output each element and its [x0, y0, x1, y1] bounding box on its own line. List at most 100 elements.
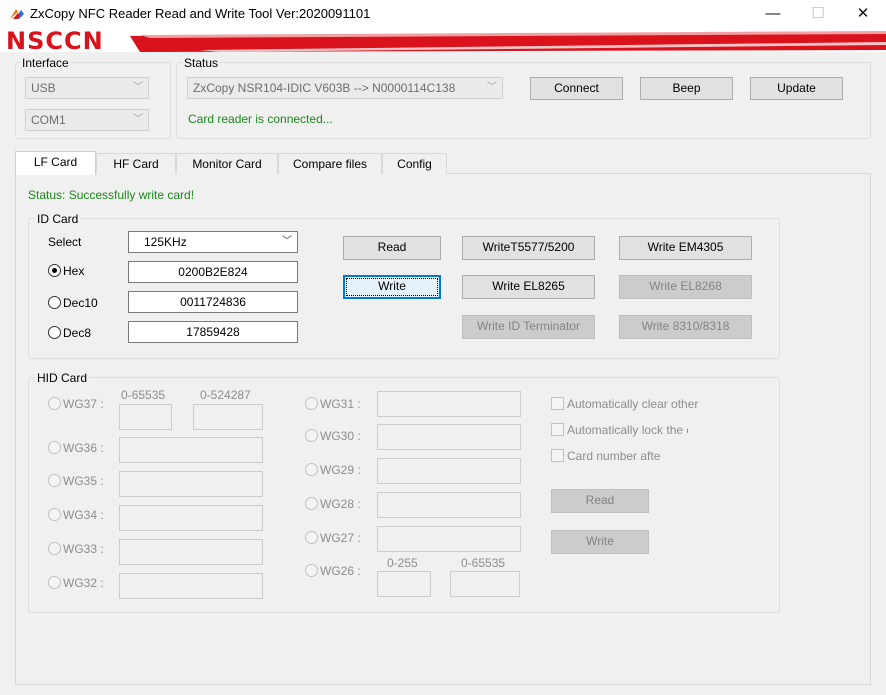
chevron-down-icon: ﹀	[133, 82, 143, 93]
beep-button[interactable]: Beep	[640, 77, 733, 100]
radio-unchecked-icon	[48, 576, 61, 589]
tab-config[interactable]: Config	[382, 153, 447, 174]
wg36-label: WG36 :	[63, 441, 104, 455]
auto-lock-checkbox[interactable]: Automatically lock the c	[551, 423, 688, 437]
wg29-label: WG29 :	[320, 463, 361, 477]
wg37-radio[interactable]: WG37 :	[48, 397, 104, 411]
wg37-label: WG37 :	[63, 397, 104, 411]
radio-unchecked-icon	[48, 397, 61, 410]
dec10-input[interactable]: 0011724836	[128, 291, 298, 313]
hid-card-group-title: HID Card	[35, 371, 90, 385]
card-number-label: Card number afte	[567, 449, 661, 463]
write-em4305-button[interactable]: Write EM4305	[619, 236, 752, 260]
write-id-terminator-button[interactable]: Write ID Terminator	[462, 315, 595, 339]
tab-monitor-card[interactable]: Monitor Card	[176, 153, 278, 174]
wg37-range-2: 0-524287	[200, 388, 251, 402]
wg34-input[interactable]	[119, 505, 263, 531]
hex-radio[interactable]: Hex	[48, 264, 84, 278]
radio-unchecked-icon	[48, 441, 61, 454]
wg35-input[interactable]	[119, 471, 263, 497]
wg30-input[interactable]	[377, 424, 521, 450]
chevron-down-icon: ﹀	[133, 114, 143, 125]
auto-lock-label: Automatically lock the c	[567, 423, 688, 437]
com-port-select[interactable]: COM1 ﹀	[25, 109, 149, 131]
radio-unchecked-icon	[305, 429, 318, 442]
wg31-radio[interactable]: WG31 :	[305, 397, 361, 411]
device-select[interactable]: ZxCopy NSR104-IDIC V603B --> N0000114C13…	[187, 77, 503, 99]
card-number-checkbox[interactable]: Card number afte	[551, 449, 666, 463]
write-el8268-button[interactable]: Write EL8268	[619, 275, 752, 299]
tab-compare-files[interactable]: Compare files	[278, 153, 382, 174]
wg28-label: WG28 :	[320, 497, 361, 511]
wg35-label: WG35 :	[63, 474, 104, 488]
radio-unchecked-icon	[48, 326, 61, 339]
maximize-button[interactable]: ☐	[795, 0, 841, 30]
wg28-input[interactable]	[377, 492, 521, 518]
wg32-label: WG32 :	[63, 576, 104, 590]
wg33-input[interactable]	[119, 539, 263, 565]
wg33-radio[interactable]: WG33 :	[48, 542, 104, 556]
interface-group-title: Interface	[20, 56, 71, 70]
connect-button[interactable]: Connect	[530, 77, 623, 100]
wg34-radio[interactable]: WG34 :	[48, 508, 104, 522]
wg35-radio[interactable]: WG35 :	[48, 474, 104, 488]
wg29-input[interactable]	[377, 458, 521, 484]
radio-checked-icon	[48, 264, 61, 277]
write-el8265-button[interactable]: Write EL8265	[462, 275, 595, 299]
wg33-label: WG33 :	[63, 542, 104, 556]
wg37-input-2[interactable]	[193, 404, 263, 430]
tab-lf-card[interactable]: LF Card	[15, 151, 96, 175]
wg26-input-2[interactable]	[450, 571, 520, 597]
wg28-radio[interactable]: WG28 :	[305, 497, 361, 511]
checkbox-icon	[551, 449, 564, 462]
frequency-value: 125KHz	[144, 235, 187, 249]
wg26-input-1[interactable]	[377, 571, 431, 597]
wg29-radio[interactable]: WG29 :	[305, 463, 361, 477]
brand-logo: NSCCN	[6, 27, 104, 55]
close-button[interactable]: ✕	[840, 0, 886, 30]
port-type-select[interactable]: USB ﹀	[25, 77, 149, 99]
wg27-input[interactable]	[377, 526, 521, 552]
minimize-button[interactable]: —	[750, 0, 796, 30]
radio-unchecked-icon	[305, 397, 318, 410]
wg26-label: WG26 :	[320, 564, 361, 578]
update-button[interactable]: Update	[750, 77, 843, 100]
dec10-radio[interactable]: Dec10	[48, 296, 98, 310]
radio-unchecked-icon	[48, 508, 61, 521]
id-card-group-title: ID Card	[35, 212, 81, 226]
wg32-radio[interactable]: WG32 :	[48, 576, 104, 590]
wg27-radio[interactable]: WG27 :	[305, 531, 361, 545]
wg36-input[interactable]	[119, 437, 263, 463]
wg32-input[interactable]	[119, 573, 263, 599]
frequency-select[interactable]: 125KHz ﹀	[128, 231, 298, 253]
hex-radio-label: Hex	[63, 264, 85, 278]
write-button[interactable]: Write	[343, 275, 441, 299]
hex-input[interactable]: 0200B2E824	[128, 261, 298, 283]
radio-unchecked-icon	[48, 542, 61, 555]
dec8-radio[interactable]: Dec8	[48, 326, 91, 340]
write-t5577-button[interactable]: WriteT5577/5200	[462, 236, 595, 260]
wg26-range-1: 0-255	[387, 556, 418, 570]
wg30-radio[interactable]: WG30 :	[305, 429, 361, 443]
com-port-value: COM1	[31, 113, 66, 127]
tab-hf-card[interactable]: HF Card	[96, 153, 176, 174]
wg31-label: WG31 :	[320, 397, 361, 411]
status-group-title: Status	[182, 56, 221, 70]
wg36-radio[interactable]: WG36 :	[48, 441, 104, 455]
read-button[interactable]: Read	[343, 236, 441, 260]
hid-read-button[interactable]: Read	[551, 489, 649, 513]
wg31-input[interactable]	[377, 391, 521, 417]
banner-stripes	[0, 30, 886, 52]
wg26-radio[interactable]: WG26 :	[305, 564, 361, 578]
logo-banner	[0, 30, 886, 52]
wg26-range-2: 0-65535	[461, 556, 506, 570]
device-value: ZxCopy NSR104-IDIC V603B --> N0000114C13…	[193, 81, 456, 95]
dec8-input[interactable]: 17859428	[128, 321, 298, 343]
hid-write-button[interactable]: Write	[551, 530, 649, 554]
chevron-down-icon: ﹀	[282, 236, 292, 247]
operation-status: Status: Successfully write card!	[28, 188, 195, 202]
auto-clear-checkbox[interactable]: Automatically clear other	[551, 397, 701, 411]
app-logo-icon	[10, 9, 24, 19]
wg37-input-1[interactable]	[119, 404, 172, 430]
write-8310-button[interactable]: Write 8310/8318	[619, 315, 752, 339]
